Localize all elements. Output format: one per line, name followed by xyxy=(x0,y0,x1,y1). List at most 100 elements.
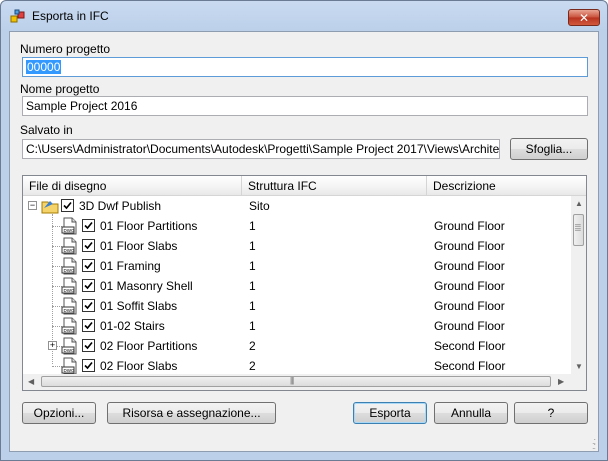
item-description: Ground Floor xyxy=(434,239,505,253)
root-structure: Sito xyxy=(249,199,270,213)
svg-text:DWG: DWG xyxy=(64,228,75,233)
item-name: 01-02 Stairs xyxy=(100,319,165,333)
project-number-value: 00000 xyxy=(26,60,62,74)
window-title: Esporta in IFC xyxy=(32,9,109,23)
item-name: 01 Soffit Slabs xyxy=(100,299,178,313)
tree-row[interactable]: DWG 01 Masonry Shell 1 Ground Floor xyxy=(23,276,571,296)
tree-row[interactable]: DWG 01 Framing 1 Ground Floor xyxy=(23,256,571,276)
saved-in-value: C:\Users\Administrator\Documents\Autodes… xyxy=(26,142,500,156)
item-checkbox[interactable] xyxy=(82,239,95,252)
item-checkbox[interactable] xyxy=(82,339,95,352)
dialog-body: Numero progetto 00000 Nome progetto Samp… xyxy=(9,31,599,452)
item-checkbox[interactable] xyxy=(82,259,95,272)
item-name: 01 Floor Partitions xyxy=(100,219,198,233)
column-header-file[interactable]: File di disegno xyxy=(23,176,242,196)
scroll-up-icon[interactable]: ▲ xyxy=(575,199,583,208)
dwg-file-icon: DWG xyxy=(61,297,77,315)
expand-icon[interactable]: + xyxy=(48,341,57,350)
saved-in-input[interactable]: C:\Users\Administrator\Documents\Autodes… xyxy=(22,139,500,159)
item-name: 01 Masonry Shell xyxy=(100,279,193,293)
item-structure: 1 xyxy=(249,219,256,233)
item-checkbox[interactable] xyxy=(82,219,95,232)
svg-text:DWG: DWG xyxy=(64,328,75,333)
tree-row-root[interactable]: − 3D Dwf Publish Sito xyxy=(23,196,571,216)
resources-button[interactable]: Risorsa e assegnazione... xyxy=(107,402,276,424)
options-button[interactable]: Opzioni... xyxy=(22,402,96,424)
root-checkbox[interactable] xyxy=(61,199,74,212)
item-structure: 1 xyxy=(249,299,256,313)
tree-header: File di disegno Struttura IFC Descrizion… xyxy=(23,176,586,196)
vertical-scrollbar[interactable]: ▲ ═ ═ ▼ xyxy=(571,196,586,374)
dwg-file-icon: DWG xyxy=(61,317,77,335)
tree-row[interactable]: + DWG 02 Floor Partitions 2 Second Floor xyxy=(23,336,571,356)
drawing-files-tree[interactable]: File di disegno Struttura IFC Descrizion… xyxy=(22,175,587,391)
browse-button[interactable]: Sfoglia... xyxy=(510,138,588,160)
svg-text:DWG: DWG xyxy=(64,368,75,373)
svg-text:DWG: DWG xyxy=(64,288,75,293)
dwg-file-icon: DWG xyxy=(61,237,77,255)
dwg-file-icon: DWG xyxy=(61,217,77,235)
item-description: Ground Floor xyxy=(434,279,505,293)
item-description: Ground Floor xyxy=(434,219,505,233)
project-name-value: Sample Project 2016 xyxy=(26,99,138,113)
help-button[interactable]: ? xyxy=(514,402,588,424)
root-name: 3D Dwf Publish xyxy=(79,199,162,213)
item-description: Ground Floor xyxy=(434,319,505,333)
item-structure: 1 xyxy=(249,279,256,293)
svg-text:DWG: DWG xyxy=(64,268,75,273)
scroll-down-icon[interactable]: ▼ xyxy=(575,362,583,371)
cancel-button[interactable]: Annulla xyxy=(434,402,508,424)
svg-text:DWG: DWG xyxy=(64,248,75,253)
dialog-window: Esporta in IFC ✕ Numero progetto 00000 N… xyxy=(0,0,608,461)
column-header-description[interactable]: Descrizione xyxy=(427,176,586,196)
item-name: 01 Framing xyxy=(100,259,161,273)
close-icon: ✕ xyxy=(578,10,590,25)
saved-in-label: Salvato in xyxy=(20,123,73,137)
horizontal-scroll-thumb[interactable]: ||| xyxy=(41,376,551,387)
scroll-corner xyxy=(571,374,586,390)
svg-text:DWG: DWG xyxy=(64,348,75,353)
item-structure: 2 xyxy=(249,359,256,373)
project-number-label: Numero progetto xyxy=(20,42,111,56)
item-description: Second Floor xyxy=(434,359,506,373)
resize-grip-icon[interactable]: .:.: xyxy=(592,437,596,451)
item-checkbox[interactable] xyxy=(82,359,95,372)
item-description: Ground Floor xyxy=(434,299,505,313)
project-name-input[interactable]: Sample Project 2016 xyxy=(22,96,588,116)
item-name: 02 Floor Partitions xyxy=(100,339,198,353)
item-structure: 1 xyxy=(249,259,256,273)
tree-row[interactable]: DWG 02 Floor Slabs 2 Second Floor xyxy=(23,356,571,376)
project-number-input[interactable]: 00000 xyxy=(22,57,588,77)
folder-publish-icon xyxy=(41,201,59,214)
export-button[interactable]: Esporta xyxy=(353,402,427,424)
tree-row[interactable]: DWG 01 Floor Slabs 1 Ground Floor xyxy=(23,236,571,256)
dwg-file-icon: DWG xyxy=(61,257,77,275)
tree-row[interactable]: DWG 01-02 Stairs 1 Ground Floor xyxy=(23,316,571,336)
item-name: 01 Floor Slabs xyxy=(100,239,178,253)
scroll-right-icon[interactable]: ▶ xyxy=(558,377,564,386)
item-structure: 2 xyxy=(249,339,256,353)
vertical-scroll-thumb[interactable]: ═ ═ xyxy=(573,214,584,246)
item-structure: 1 xyxy=(249,239,256,253)
tree-row[interactable]: DWG 01 Soffit Slabs 1 Ground Floor xyxy=(23,296,571,316)
item-description: Ground Floor xyxy=(434,259,505,273)
item-checkbox[interactable] xyxy=(82,299,95,312)
status-bar: .:.: xyxy=(10,431,598,451)
app-icon xyxy=(10,9,25,23)
item-checkbox[interactable] xyxy=(82,319,95,332)
svg-text:DWG: DWG xyxy=(64,308,75,313)
dwg-file-icon: DWG xyxy=(61,357,77,375)
dwg-file-icon: DWG xyxy=(61,337,77,355)
tree-row[interactable]: DWG 01 Floor Partitions 1 Ground Floor xyxy=(23,216,571,236)
collapse-icon[interactable]: − xyxy=(28,201,37,210)
title-bar[interactable]: Esporta in IFC ✕ xyxy=(1,1,607,31)
dwg-file-icon: DWG xyxy=(61,277,77,295)
horizontal-scrollbar[interactable]: ◀ ||| ▶ xyxy=(23,374,571,390)
item-structure: 1 xyxy=(249,319,256,333)
column-header-structure[interactable]: Struttura IFC xyxy=(242,176,427,196)
scroll-left-icon[interactable]: ◀ xyxy=(28,377,34,386)
item-checkbox[interactable] xyxy=(82,279,95,292)
item-description: Second Floor xyxy=(434,339,506,353)
project-name-label: Nome progetto xyxy=(20,82,100,96)
close-button[interactable]: ✕ xyxy=(568,9,600,26)
